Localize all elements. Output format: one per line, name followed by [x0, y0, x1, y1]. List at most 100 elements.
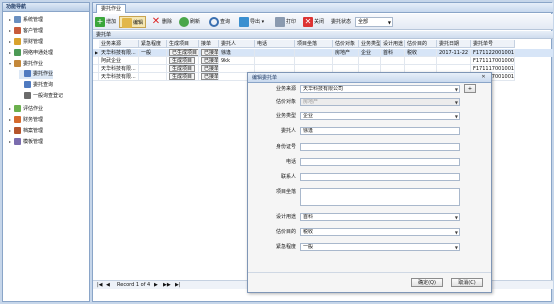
- column-header[interactable]: 接单: [199, 40, 219, 48]
- cancel-button[interactable]: 取消(C): [451, 278, 483, 287]
- table-cell: [295, 49, 333, 57]
- dialog-close-button[interactable]: ✕: [479, 74, 488, 81]
- query-button[interactable]: 查询: [209, 16, 230, 28]
- column-header[interactable]: 紧急程度: [139, 40, 167, 48]
- sidebar: 功能导航 ▸ 系统管理 ▸ 客户管理 ▸ 票财管理 ▸ 网络申通处理 ▾ 委托作业 委托作业 委托查询…: [2, 2, 90, 302]
- type-select[interactable]: 企业 ▼: [300, 112, 460, 120]
- table-cell: [255, 57, 295, 65]
- table-cell: 徐逢: [219, 49, 255, 57]
- delete-icon: ✕: [151, 15, 161, 27]
- export-button[interactable]: 导出 ▾: [239, 16, 264, 28]
- table-cell: 房地产: [333, 49, 359, 57]
- sidebar-item-label: 模板管理: [23, 139, 44, 145]
- table-cell: 一般: [139, 49, 167, 57]
- sidebar-item[interactable]: ▸ 网络申通处理: [9, 48, 53, 57]
- table-cell: [333, 57, 359, 65]
- sidebar-item[interactable]: ▾ 委托作业: [9, 59, 43, 68]
- add-source-button[interactable]: +: [464, 84, 476, 93]
- generate-project-button[interactable]: 生成项目: [169, 57, 196, 64]
- idno-field[interactable]: [300, 143, 460, 151]
- phone-field[interactable]: [300, 158, 460, 166]
- generate-project-button[interactable]: 生成项目: [169, 65, 196, 72]
- source-select[interactable]: 天华科技有限公司 ▼: [300, 85, 460, 93]
- table-cell: 天华科技有限...: [99, 49, 139, 57]
- delete-button[interactable]: ✕ 删除: [151, 16, 172, 28]
- ok-button[interactable]: 确定(Q): [411, 278, 443, 287]
- table-cell: [359, 57, 381, 65]
- contact-field[interactable]: [300, 173, 460, 181]
- sidebar-item[interactable]: ▸ 系统管理: [9, 15, 43, 24]
- section-title: 委托单: [93, 31, 553, 39]
- sidebar-item[interactable]: ▸ 票财管理: [9, 37, 43, 46]
- table-cell: [295, 57, 333, 65]
- add-button[interactable]: + 增加: [95, 16, 116, 28]
- column-header[interactable]: 委托单号: [471, 40, 515, 48]
- column-header[interactable]: 业务来源: [99, 40, 139, 48]
- column-header[interactable]: 设计用途: [381, 40, 405, 48]
- sidebar-item[interactable]: ▸ 财务管理: [9, 115, 43, 124]
- column-header[interactable]: 估价对象: [333, 40, 359, 48]
- generate-project-button[interactable]: 生成项目: [169, 73, 196, 80]
- chevron-down-icon: ▼: [454, 87, 458, 92]
- accept-order-button[interactable]: 已接单: [201, 73, 218, 80]
- chevron-down-icon: ▼: [454, 230, 458, 235]
- sidebar-item-label: 财务管理: [23, 117, 44, 123]
- table-cell: [139, 65, 167, 73]
- sidebar-item-label: 网络申通处理: [23, 50, 54, 56]
- next-fast-button[interactable]: ▶▶: [163, 281, 171, 290]
- prev-page-button[interactable]: ◀: [106, 281, 110, 290]
- accept-order-button[interactable]: 已接单: [201, 57, 218, 64]
- column-header[interactable]: 业务类型: [359, 40, 381, 48]
- dialog-divider: [248, 272, 491, 273]
- menu-icon: [24, 81, 31, 88]
- phone-label: 电话: [285, 159, 296, 165]
- table-cell: 税收: [405, 49, 437, 57]
- accept-order-button[interactable]: 已接单: [201, 49, 218, 56]
- sidebar-item[interactable]: ▸ 客户管理: [9, 26, 43, 35]
- edit-button[interactable]: 编辑: [119, 16, 147, 28]
- table-cell: F1711170010004: [471, 57, 515, 65]
- sidebar-item-label: 委托作业: [33, 71, 54, 77]
- sidebar-item[interactable]: 委托查询: [19, 81, 53, 90]
- sidebar-item-label: 票财管理: [23, 39, 44, 45]
- generate-project-button[interactable]: 已生成项目: [169, 49, 198, 56]
- print-button[interactable]: 打印: [275, 16, 296, 28]
- next-page-button[interactable]: ▶: [154, 281, 158, 290]
- table-cell: [405, 57, 437, 65]
- accept-order-button[interactable]: 已接单: [201, 65, 218, 72]
- column-header[interactable]: 生成项目: [167, 40, 199, 48]
- edit-entrust-dialog: 编辑委托单 ✕ 业务来源 天华科技有限公司 ▼ + 估价对象 房地产 ▼ 业务类型 …: [247, 72, 492, 293]
- status-label: 委托状态: [331, 19, 352, 25]
- close-button[interactable]: ✕ 关闭: [303, 16, 324, 28]
- sidebar-item[interactable]: ▸ 评估作业: [9, 104, 43, 113]
- usage-select[interactable]: 首科 ▼: [300, 213, 460, 221]
- sidebar-item-label: 系统管理: [23, 17, 44, 23]
- urgency-select[interactable]: 一般 ▼: [300, 243, 460, 251]
- table-cell: 生成项目: [167, 73, 199, 81]
- status-select[interactable]: 全部 ▼: [355, 17, 393, 27]
- object-select[interactable]: 房地产 ▼: [300, 98, 460, 106]
- sidebar-item[interactable]: 一般询查登记: [19, 92, 63, 101]
- sidebar-item[interactable]: 委托作业: [19, 70, 54, 79]
- tab-entrust[interactable]: 委托作业: [96, 4, 127, 13]
- column-header[interactable]: 估价目的: [405, 40, 437, 48]
- menu-icon: [14, 27, 21, 34]
- menu-icon: [14, 138, 21, 145]
- client-field[interactable]: 徐逢: [300, 127, 460, 135]
- purpose-select[interactable]: 税收 ▼: [300, 228, 460, 236]
- last-page-button[interactable]: ▶|: [175, 281, 181, 290]
- column-header[interactable]: 委托人: [219, 40, 255, 48]
- sidebar-item[interactable]: ▸ 档案管理: [9, 126, 43, 135]
- table-cell: 生成项目: [167, 57, 199, 65]
- sidebar-item[interactable]: ▸ 模板管理: [9, 137, 43, 146]
- column-header[interactable]: 电话: [255, 40, 295, 48]
- refresh-button[interactable]: 刷新: [179, 16, 200, 28]
- column-header[interactable]: 委托日期: [437, 40, 471, 48]
- table-cell: [437, 57, 471, 65]
- first-page-button[interactable]: |◀: [97, 281, 103, 290]
- menu-icon: [14, 105, 21, 112]
- sidebar-item-label: 评估作业: [23, 106, 44, 112]
- location-textarea[interactable]: [300, 188, 460, 206]
- table-cell: 9kk: [219, 57, 255, 65]
- column-header[interactable]: 项目坐落: [295, 40, 333, 48]
